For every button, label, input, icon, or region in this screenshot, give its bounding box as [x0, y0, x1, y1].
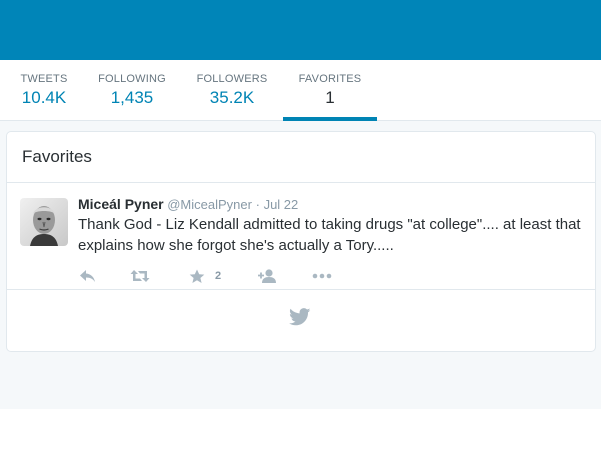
- favorite-count: 2: [215, 270, 222, 282]
- nav-followers[interactable]: FOLLOWERS 35.2K: [192, 60, 272, 120]
- reply-button[interactable]: [79, 268, 96, 284]
- star-icon: [189, 269, 205, 283]
- favorites-module: Favorites Miceál Pyner @MicealPyner · Ju…: [6, 131, 596, 352]
- nav-favorites-label: FAVORITES: [298, 73, 362, 85]
- nav-followers-label: FOLLOWERS: [196, 73, 268, 85]
- profile-banner: [0, 0, 601, 60]
- nav-tweets-label: TWEETS: [20, 73, 68, 85]
- module-footer-divider: [7, 289, 595, 290]
- nav-favorites[interactable]: FAVORITES 1: [283, 60, 377, 121]
- module-title: Favorites: [22, 147, 92, 166]
- tweet-author-handle[interactable]: @MicealPyner: [167, 197, 252, 212]
- timeline-area: Favorites Miceál Pyner @MicealPyner · Ju…: [0, 121, 601, 409]
- more-icon: [312, 273, 332, 279]
- retweet-button[interactable]: [130, 268, 150, 284]
- nav-following[interactable]: FOLLOWING 1,435: [94, 60, 170, 120]
- nav-following-count: 1,435: [110, 88, 154, 107]
- nav-tweets-count: 10.4K: [21, 88, 67, 107]
- avatar[interactable]: [20, 198, 68, 246]
- tweet-author-name[interactable]: Miceál Pyner: [78, 196, 164, 212]
- nav-tweets[interactable]: TWEETS 10.4K: [14, 60, 74, 120]
- module-header-divider: [7, 182, 595, 183]
- nav-followers-count: 35.2K: [209, 88, 255, 107]
- profile-nav: TWEETS 10.4K FOLLOWING 1,435 FOLLOWERS 3…: [0, 60, 601, 121]
- tweet-header: Miceál Pyner @MicealPyner · Jul 22: [78, 196, 298, 212]
- twitter-bird-icon[interactable]: [289, 308, 311, 331]
- more-button[interactable]: [312, 268, 332, 284]
- favorite-button[interactable]: 2: [189, 268, 221, 284]
- nav-favorites-count: 1: [325, 88, 335, 107]
- tweet-text: Thank God - Liz Kendall admitted to taki…: [78, 216, 581, 254]
- reply-icon: [80, 270, 95, 282]
- tweet-timestamp[interactable]: Jul 22: [264, 197, 299, 212]
- follow-icon: [258, 269, 276, 283]
- follow-button[interactable]: [257, 268, 277, 284]
- retweet-icon: [130, 270, 150, 282]
- tweet-separator: ·: [255, 197, 260, 212]
- nav-following-label: FOLLOWING: [98, 73, 166, 85]
